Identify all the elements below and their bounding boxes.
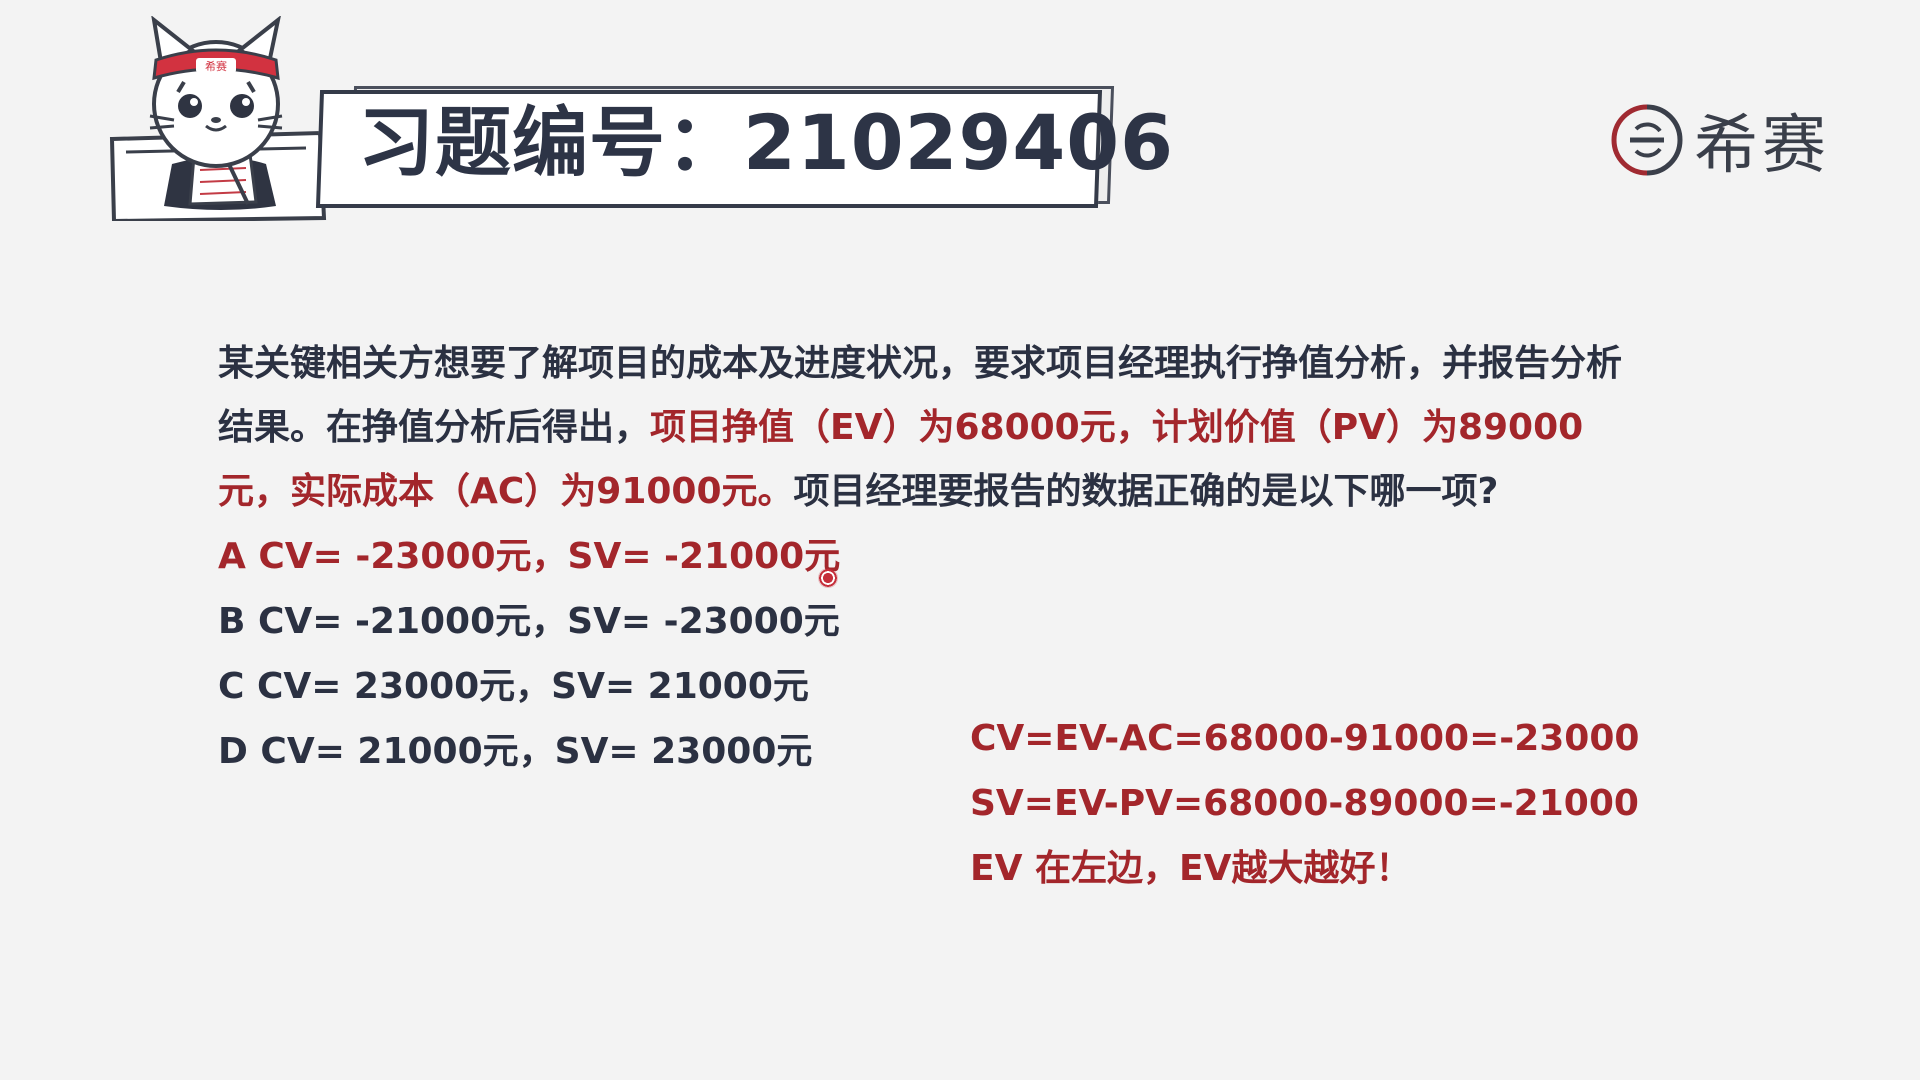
question-text: 某关键相关方想要了解项目的成本及进度状况，要求项目经理执行挣值分析，并报告分析结…	[218, 332, 1638, 524]
solution-sv-formula: SV=EV-PV=68000-89000=-21000	[970, 783, 1639, 824]
cursor-dot-icon	[818, 568, 838, 588]
option-b: B CV= -21000元，SV= -23000元	[218, 601, 840, 642]
xisai-logo: 希赛	[1608, 100, 1830, 183]
solution-notes: CV=EV-AC=68000-91000=-23000 SV=EV-PV=680…	[970, 706, 1639, 901]
option-a: A CV= -23000元，SV= -21000元	[218, 536, 841, 577]
solution-note: EV 在左边，EV越大越好！	[970, 848, 1412, 889]
question-ending: 项目经理要报告的数据正确的是以下哪一项?	[793, 471, 1499, 512]
option-c: C CV= 23000元，SV= 21000元	[218, 666, 809, 707]
exercise-number-title: 习题编号：21029406	[358, 98, 1175, 187]
header: 希赛 习题编号：21029406 希赛	[0, 0, 1920, 240]
solution-cv-formula: CV=EV-AC=68000-91000=-23000	[970, 718, 1640, 759]
xisai-logo-icon	[1611, 104, 1683, 176]
logo-text: 希赛	[1694, 109, 1830, 183]
option-d: D CV= 21000元，SV= 23000元	[218, 731, 813, 772]
answer-options: A CV= -23000元，SV= -21000元 B CV= -21000元，…	[218, 524, 840, 784]
cat-mascot-icon: 希赛	[109, 16, 327, 221]
mascot-headband-text: 希赛	[205, 59, 227, 73]
